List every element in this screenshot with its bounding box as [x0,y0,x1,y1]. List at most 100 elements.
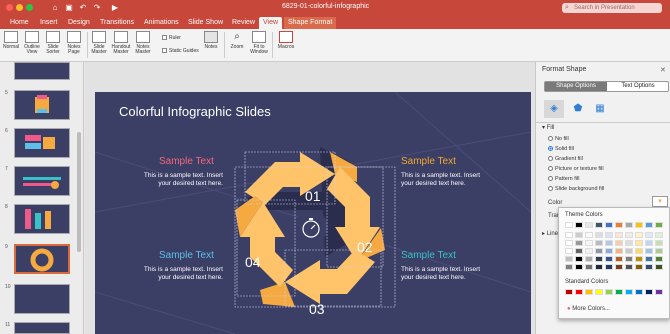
theme-color-swatch[interactable] [645,222,653,228]
notes-page-button[interactable]: Notes Page [65,31,83,55]
close-pane-icon[interactable]: ✕ [660,66,666,74]
theme-color-swatch[interactable] [565,222,573,228]
standard-color-swatch[interactable] [635,289,643,295]
notes-button[interactable]: Notes [202,31,220,50]
theme-color-swatch[interactable] [645,264,653,270]
theme-color-swatch[interactable] [645,232,653,238]
theme-color-swatch[interactable] [605,222,613,228]
theme-color-swatch[interactable] [595,256,603,262]
theme-color-swatch[interactable] [605,256,613,262]
theme-color-swatch[interactable] [655,240,663,246]
fill-line-icon[interactable]: ◈ [544,100,564,118]
theme-color-swatch[interactable] [595,232,603,238]
theme-color-swatch[interactable] [585,256,593,262]
more-colors-button[interactable]: ● More Colors... [567,306,610,312]
sample-body-1[interactable]: This is a sample text. Insert your desir… [141,172,223,188]
theme-color-swatch[interactable] [585,232,593,238]
theme-color-swatch[interactable] [605,264,613,270]
line-section-header[interactable]: ▸ Line [542,230,558,237]
theme-color-swatch[interactable] [575,248,583,254]
theme-color-swatch[interactable] [585,222,593,228]
theme-color-swatch[interactable] [615,240,623,246]
tab-transitions[interactable]: Transitions [96,17,138,29]
slide-thumbnail-11[interactable] [14,322,70,334]
theme-color-swatch[interactable] [585,240,593,246]
solid-fill-radio[interactable]: Solid fill [548,146,574,152]
theme-color-swatch[interactable] [585,248,593,254]
theme-color-swatch[interactable] [605,232,613,238]
home-icon[interactable]: ⌂ [50,3,60,12]
picture-fill-radio[interactable]: Picture or texture fill [548,166,604,172]
gradient-fill-radio[interactable]: Gradient fill [548,156,583,162]
slide-sorter-button[interactable]: Slide Sorter [44,31,62,55]
ruler-checkbox[interactable]: Ruler [162,35,181,41]
notes-master-button[interactable]: Notes Master [133,31,153,55]
theme-color-swatch[interactable] [635,264,643,270]
tab-shape-format[interactable]: Shape Format [284,17,337,29]
theme-color-swatch[interactable] [645,248,653,254]
standard-color-swatch[interactable] [605,289,613,295]
theme-color-swatch[interactable] [565,256,573,262]
save-icon[interactable]: ▣ [64,3,74,12]
theme-color-swatch[interactable] [625,264,633,270]
redo-icon[interactable]: ↷ [92,3,102,12]
theme-color-swatch[interactable] [625,248,633,254]
tab-animations[interactable]: Animations [140,17,183,29]
theme-color-swatch[interactable] [635,232,643,238]
theme-color-swatch[interactable] [605,240,613,246]
present-icon[interactable]: ▶ [110,3,120,12]
theme-color-swatch[interactable] [565,248,573,254]
theme-color-swatch[interactable] [615,248,623,254]
theme-color-swatch[interactable] [635,240,643,246]
standard-color-swatch[interactable] [565,289,573,295]
slide-thumbnail-7[interactable] [14,166,70,196]
arrow-03[interactable] [285,250,375,304]
tab-view[interactable]: View [259,17,283,29]
sample-title-1[interactable]: Sample Text [159,156,214,167]
slide-master-button[interactable]: Slide Master [90,31,108,55]
slide-background-fill-radio[interactable]: Slide background fill [548,186,604,192]
slide-thumbnail-4[interactable] [14,62,70,80]
minimize-window-button[interactable] [16,4,23,11]
standard-color-swatch[interactable] [625,289,633,295]
tab-slide-show[interactable]: Slide Show [184,17,227,29]
pattern-fill-radio[interactable]: Pattern fill [548,176,579,182]
sample-body-3[interactable]: This is a sample text. Insert your desir… [141,266,223,282]
macros-button[interactable]: Macros [277,31,295,50]
tab-design[interactable]: Design [64,17,94,29]
color-picker-button[interactable]: ▾ [652,196,668,207]
theme-color-swatch[interactable] [635,248,643,254]
slide-thumbnail-6[interactable] [14,128,70,158]
fit-to-window-button[interactable]: Fit to Window [249,31,269,55]
sample-title-2[interactable]: Sample Text [401,156,456,167]
theme-color-swatch[interactable] [595,222,603,228]
theme-color-swatch[interactable] [565,240,573,246]
theme-color-swatch[interactable] [625,256,633,262]
slide-canvas[interactable]: Colorful Infographic Slides 01 02 03 04 … [95,92,531,334]
theme-color-swatch[interactable] [635,222,643,228]
slide-thumbnail-5[interactable] [14,90,70,120]
theme-color-swatch[interactable] [595,264,603,270]
theme-color-swatch[interactable] [615,222,623,228]
slide-thumbnail-9-selected[interactable] [14,244,70,274]
theme-color-swatch[interactable] [655,248,663,254]
theme-color-swatch[interactable] [615,232,623,238]
theme-color-swatch[interactable] [645,256,653,262]
static-guides-checkbox[interactable]: Static Guides [162,48,199,54]
standard-color-swatch[interactable] [615,289,623,295]
theme-color-swatch[interactable] [575,222,583,228]
theme-color-swatch[interactable] [575,232,583,238]
outline-view-button[interactable]: Outline View [23,31,41,55]
theme-color-swatch[interactable] [565,232,573,238]
theme-color-swatch[interactable] [655,264,663,270]
standard-color-swatch[interactable] [575,289,583,295]
fill-section-header[interactable]: ▾ Fill [542,124,554,131]
no-fill-radio[interactable]: No fill [548,136,569,142]
theme-color-swatch[interactable] [585,264,593,270]
theme-color-swatch[interactable] [655,256,663,262]
slide-thumbnail-10[interactable] [14,284,70,314]
close-window-button[interactable] [6,4,13,11]
theme-color-swatch[interactable] [625,240,633,246]
theme-color-swatch[interactable] [575,264,583,270]
sample-title-3[interactable]: Sample Text [159,250,214,261]
